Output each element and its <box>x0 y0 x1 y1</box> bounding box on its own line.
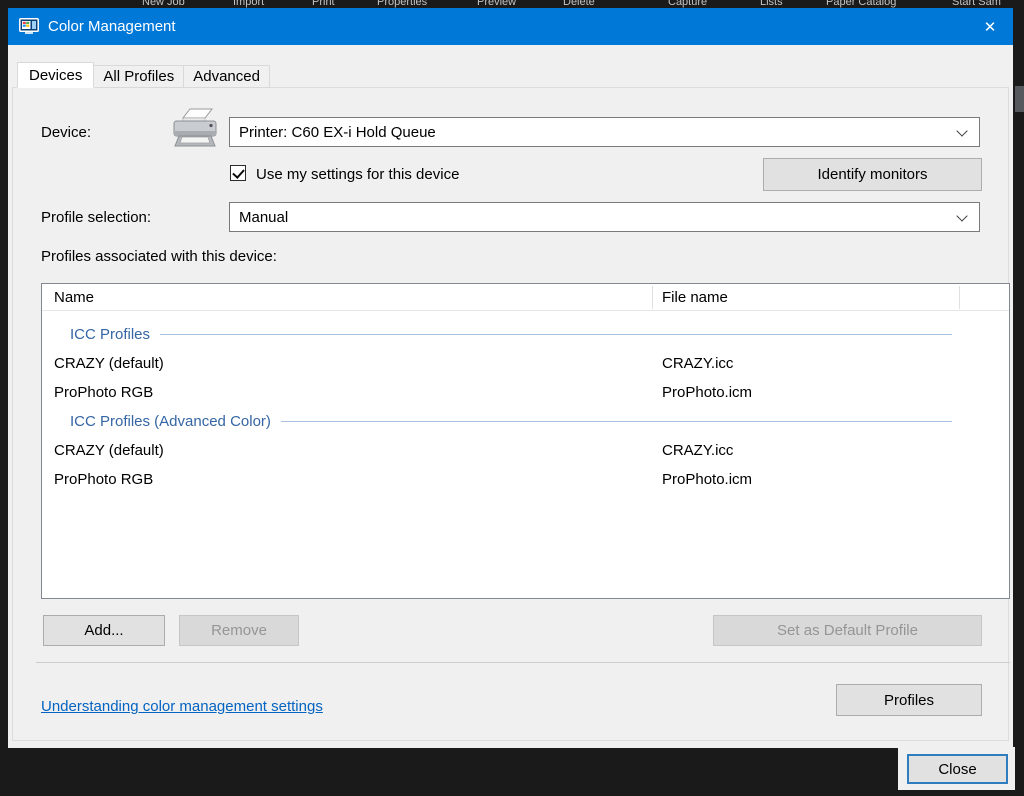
group-header-label: ICC Profiles (Advanced Color) <box>70 413 271 430</box>
profile-file-name: CRAZY.icc <box>662 355 733 372</box>
window-title: Color Management <box>48 18 176 35</box>
listview-body: ICC Profiles CRAZY (default) CRAZY.icc P… <box>42 311 1009 494</box>
profiles-button[interactable]: Profiles <box>836 684 982 716</box>
listview-header: Name File name <box>42 284 1009 311</box>
device-select[interactable]: Printer: C60 EX-i Hold Queue <box>229 117 980 147</box>
device-select-value: Printer: C60 EX-i Hold Queue <box>239 124 436 141</box>
profile-name: CRAZY (default) <box>42 442 164 459</box>
background-toolbar-item[interactable]: Properties <box>377 0 427 8</box>
group-header-label: ICC Profiles <box>70 326 150 343</box>
column-divider[interactable] <box>652 286 653 309</box>
remove-button: Remove <box>179 615 299 646</box>
titlebar: Color Management ✕ <box>8 8 1013 45</box>
profile-name: ProPhoto RGB <box>42 384 153 401</box>
chevron-down-icon <box>956 210 967 221</box>
background-toolbar-item[interactable]: Lists <box>760 0 783 8</box>
group-header-line <box>281 421 952 422</box>
profile-row[interactable]: ProPhoto RGB ProPhoto.icm <box>42 378 1009 407</box>
profile-row[interactable]: ProPhoto RGB ProPhoto.icm <box>42 465 1009 494</box>
background-toolbar-item[interactable]: Delete <box>563 0 595 8</box>
profiles-listview: Name File name ICC Profiles CRAZY (defau… <box>41 283 1010 599</box>
background-fragment <box>1015 86 1024 112</box>
profile-row[interactable]: CRAZY (default) CRAZY.icc <box>42 349 1009 378</box>
close-icon: ✕ <box>984 18 997 36</box>
tab-strip: Devices All Profiles Advanced <box>17 62 270 88</box>
devices-tab-panel: Device: Printer: C60 EX-i Hold Queue Use… <box>12 87 1009 741</box>
background-toolbar-item[interactable]: Import <box>233 0 264 8</box>
background-toolbar-item[interactable]: Start Sam <box>952 0 1001 8</box>
group-header-icc-profiles: ICC Profiles <box>42 320 1009 349</box>
profiles-associated-label: Profiles associated with this device: <box>41 248 277 265</box>
add-button[interactable]: Add... <box>43 615 165 646</box>
group-header-icc-profiles-advanced: ICC Profiles (Advanced Color) <box>42 407 1009 436</box>
profile-row[interactable]: CRAZY (default) CRAZY.icc <box>42 436 1009 465</box>
chevron-down-icon <box>956 125 967 136</box>
group-header-line <box>160 334 952 335</box>
dialog-footer: Close <box>898 747 1015 790</box>
column-divider[interactable] <box>959 286 960 309</box>
use-settings-checkbox[interactable] <box>230 165 246 181</box>
identify-monitors-button[interactable]: Identify monitors <box>763 158 982 191</box>
tab-all-profiles[interactable]: All Profiles <box>93 65 184 88</box>
background-toolbar-item[interactable]: Paper Catalog <box>826 0 896 8</box>
profile-name: ProPhoto RGB <box>42 471 153 488</box>
background-toolbar-item[interactable]: New Job <box>142 0 185 8</box>
separator <box>36 662 1010 663</box>
column-header-name[interactable]: Name <box>54 289 94 306</box>
close-button[interactable]: Close <box>907 754 1008 784</box>
printer-icon <box>167 105 223 156</box>
understanding-color-management-link[interactable]: Understanding color management settings <box>41 698 323 715</box>
color-management-icon <box>19 18 39 35</box>
profile-selection-value: Manual <box>239 209 288 226</box>
tab-devices[interactable]: Devices <box>17 62 94 88</box>
profile-file-name: CRAZY.icc <box>662 442 733 459</box>
profile-selection-label: Profile selection: <box>41 209 151 226</box>
profile-file-name: ProPhoto.icm <box>662 384 752 401</box>
color-management-dialog: Color Management ✕ Devices All Profiles … <box>8 8 1013 748</box>
profile-file-name: ProPhoto.icm <box>662 471 752 488</box>
background-toolbar-item[interactable]: Print <box>312 0 335 8</box>
tab-advanced[interactable]: Advanced <box>183 65 270 88</box>
profile-selection-select[interactable]: Manual <box>229 202 980 232</box>
background-toolbar-item[interactable]: Preview <box>477 0 516 8</box>
titlebar-close-button[interactable]: ✕ <box>967 8 1013 45</box>
use-settings-label: Use my settings for this device <box>256 166 459 183</box>
profile-name: CRAZY (default) <box>42 355 164 372</box>
set-as-default-profile-button: Set as Default Profile <box>713 615 982 646</box>
background-toolbar-item[interactable]: Capture <box>668 0 707 8</box>
device-label: Device: <box>41 124 91 141</box>
column-header-file[interactable]: File name <box>662 289 728 306</box>
